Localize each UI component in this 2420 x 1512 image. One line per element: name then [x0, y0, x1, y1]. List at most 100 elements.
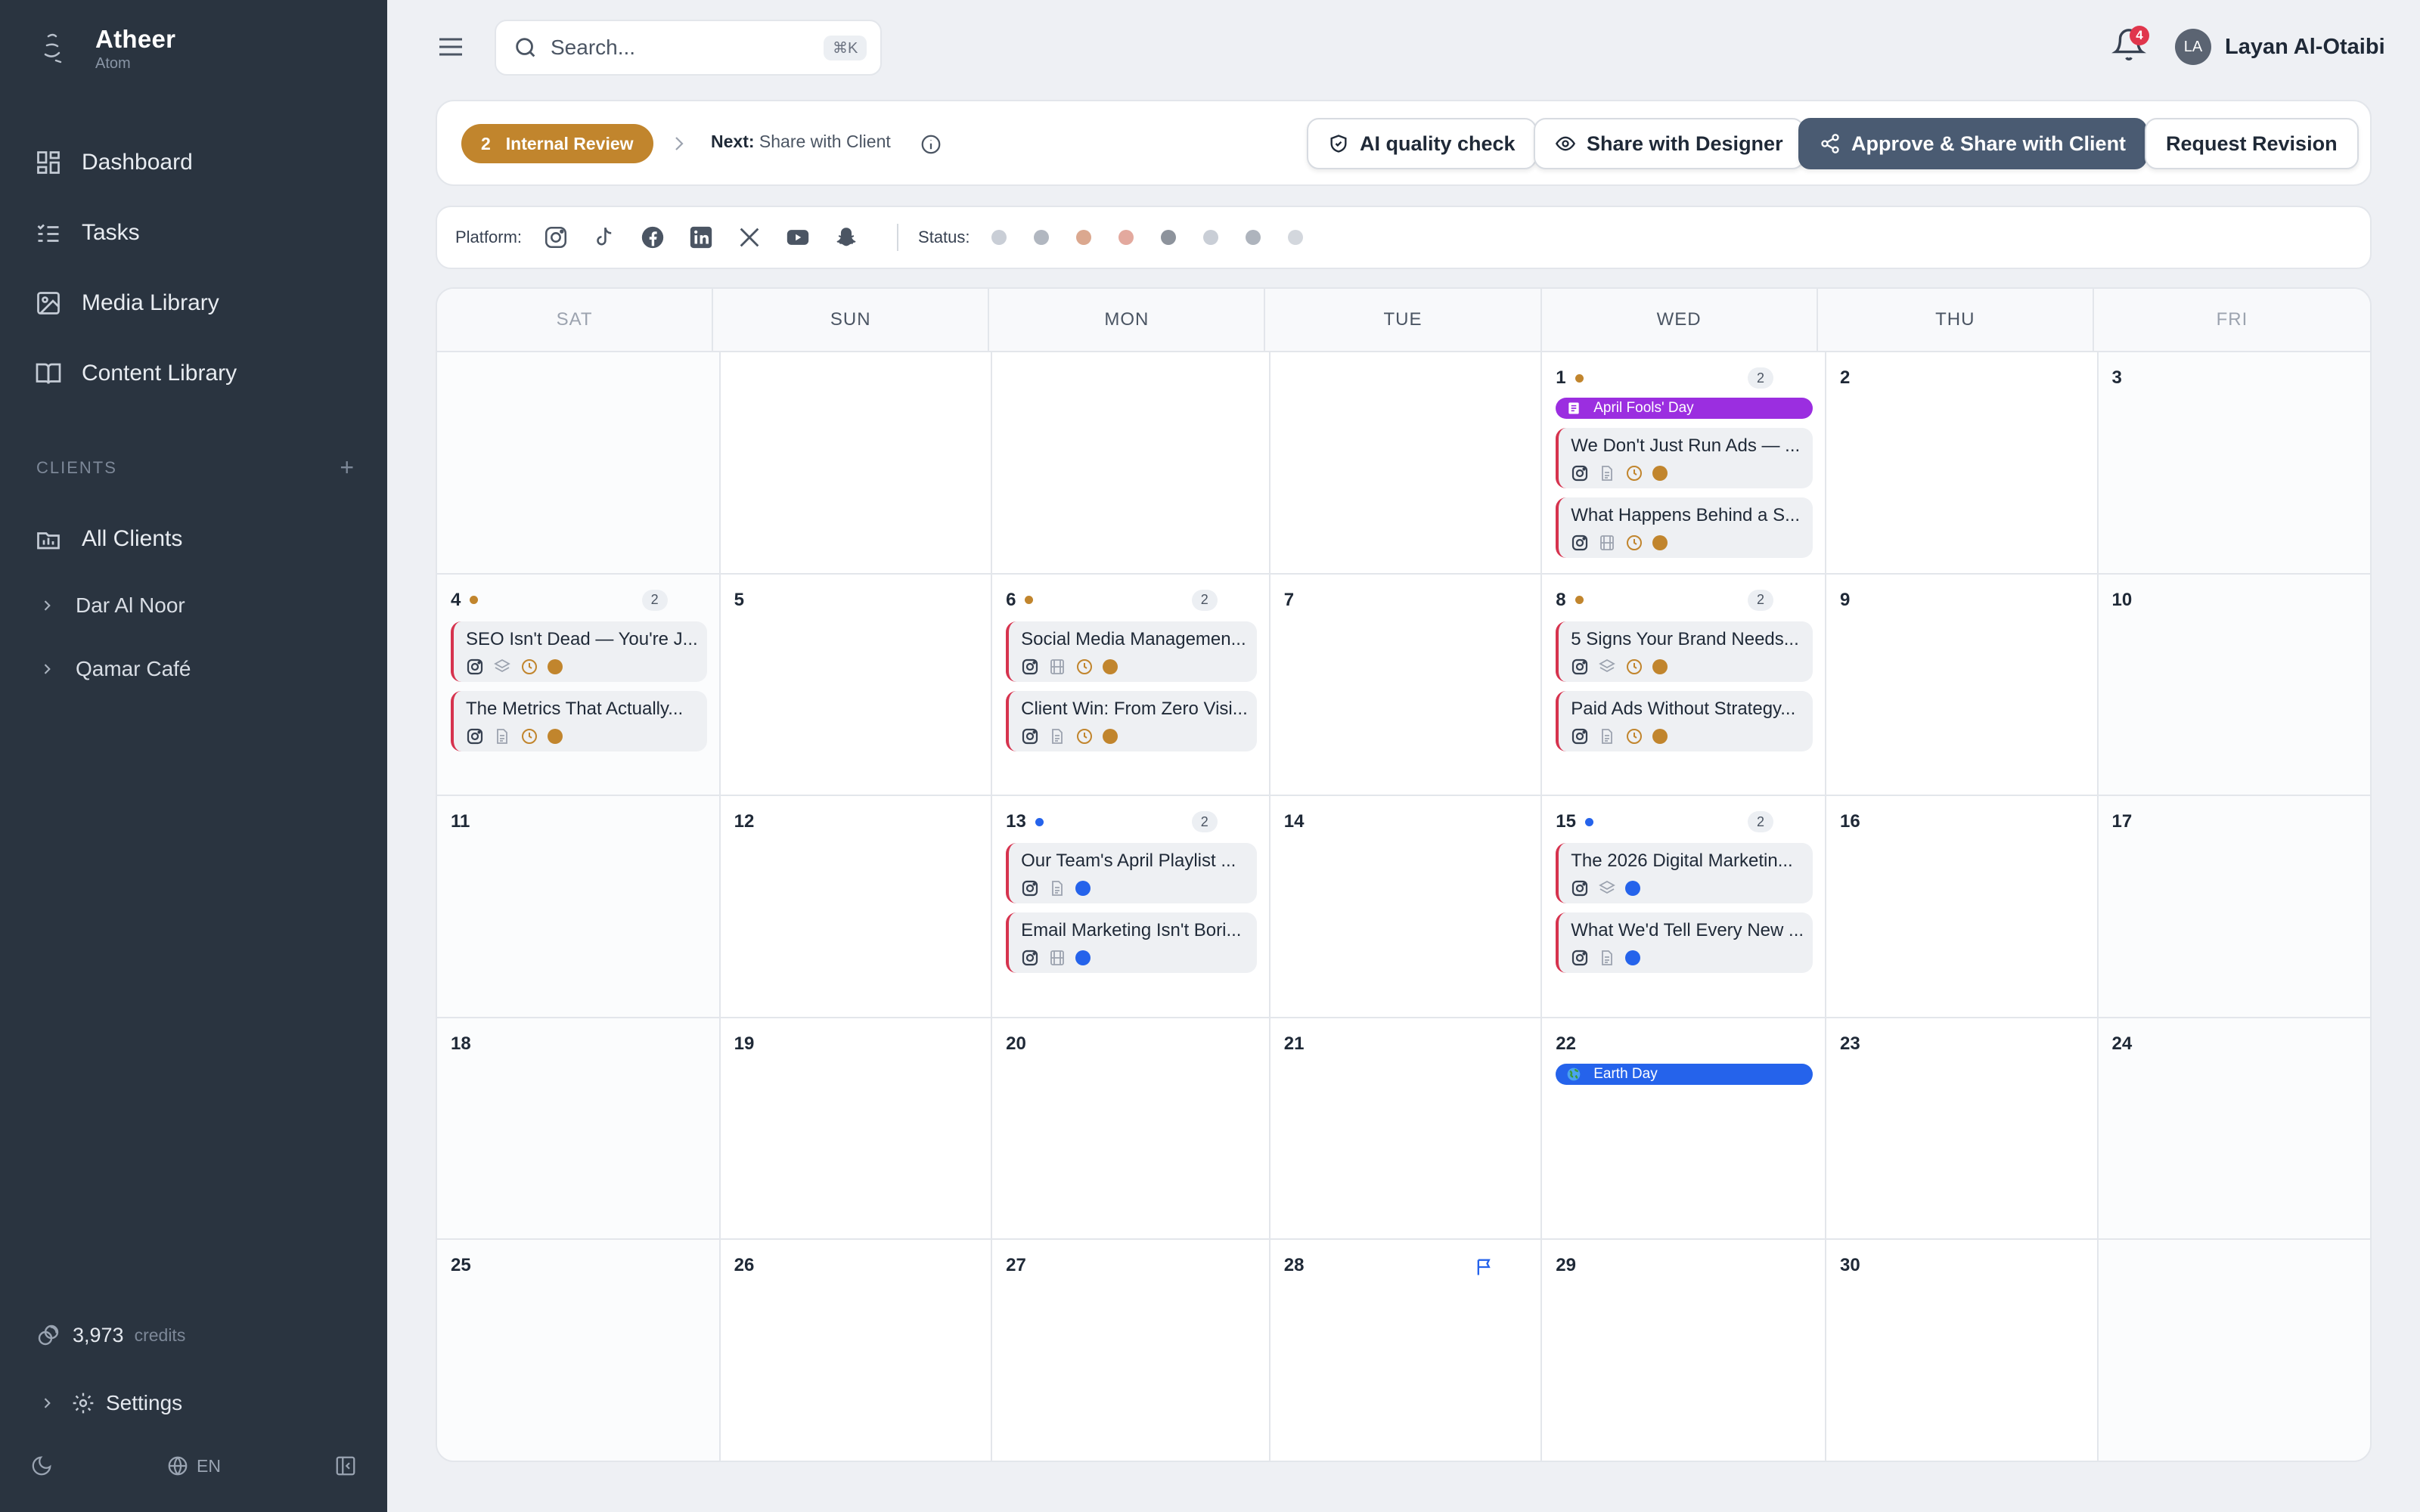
calendar-day-cell[interactable] [2098, 1240, 2370, 1461]
calendar-day-cell[interactable]: 20 [992, 1018, 1270, 1241]
calendar-day-cell[interactable]: 6 2 Social Media Managemen... Client Win: F… [992, 574, 1270, 797]
calendar-day-cell[interactable]: 26 [721, 1240, 993, 1461]
calendar-day-cell[interactable]: 27 [992, 1240, 1270, 1461]
settings-item[interactable]: Settings [39, 1391, 182, 1415]
post-status-dot [1652, 466, 1668, 481]
info-icon[interactable] [920, 133, 942, 156]
credits-indicator[interactable]: 3,973 credits [36, 1323, 185, 1347]
post-card[interactable]: Paid Ads Without Strategy... [1556, 690, 1813, 751]
film-icon [1598, 534, 1616, 552]
calendar-day-cell[interactable] [437, 352, 721, 575]
post-status-dot [1652, 658, 1668, 674]
client-item-dar-al-noor[interactable]: Dar Al Noor [0, 574, 387, 637]
status-filter-dot[interactable] [1075, 230, 1091, 245]
approve-share-client-button[interactable]: Approve & Share with Client [1798, 118, 2148, 169]
holiday-event[interactable]: Earth Day [1556, 1063, 1813, 1085]
client-item-qamar-cafe[interactable]: Qamar Café [0, 637, 387, 701]
calendar-day-cell[interactable]: 17 [2098, 796, 2370, 1018]
layers-icon [493, 658, 511, 676]
calendar-day-cell[interactable]: 15 2 The 2026 Digital Marketin... What We'd… [1542, 796, 1827, 1018]
calendar-day-cell[interactable]: 21 [1270, 1018, 1543, 1241]
request-revision-button[interactable]: Request Revision [2145, 118, 2359, 169]
calendar-day-cell[interactable]: 11 [437, 796, 721, 1018]
day-header: 8 [1556, 588, 1813, 612]
nav-item-dashboard[interactable]: Dashboard [0, 127, 387, 197]
facebook-icon[interactable] [640, 225, 666, 250]
instagram-icon[interactable] [543, 225, 569, 250]
x-icon[interactable] [737, 225, 762, 250]
status-filter-dot[interactable] [1245, 230, 1261, 245]
calendar-day-cell[interactable] [720, 352, 993, 575]
calendar-day-cell[interactable]: 9 [1826, 574, 2099, 797]
nav-item-tasks[interactable]: Tasks [0, 197, 387, 268]
calendar-day-cell[interactable]: 29 [1542, 1240, 1827, 1461]
post-card[interactable]: The 2026 Digital Marketin... [1556, 843, 1813, 904]
calendar-day-cell[interactable] [1270, 352, 1543, 575]
linkedin-icon[interactable] [688, 225, 714, 250]
ai-quality-check-button[interactable]: AI quality check [1307, 118, 1537, 169]
search-box[interactable]: ⌘K [495, 20, 882, 76]
calendar-day-cell[interactable]: 18 [437, 1018, 721, 1241]
calendar-day-cell[interactable]: 22 Earth Day [1542, 1018, 1827, 1241]
post-card[interactable]: Our Team's April Playlist ... [1006, 843, 1257, 904]
day-number: 23 [1840, 1033, 1860, 1054]
calendar-day-cell[interactable]: 28 [1270, 1240, 1543, 1461]
status-filter-dot[interactable] [1160, 230, 1176, 245]
calendar-day-cell[interactable] [992, 352, 1270, 575]
search-input[interactable] [551, 36, 824, 60]
calendar-day-cell[interactable]: 23 [1826, 1018, 2099, 1241]
calendar-day-cell[interactable]: 10 [2098, 574, 2370, 797]
calendar-day-cell[interactable]: 19 [720, 1018, 993, 1241]
calendar-day-cell[interactable]: 7 [1270, 574, 1543, 797]
user-menu[interactable]: LA Layan Al-Otaibi [2175, 29, 2385, 65]
post-card[interactable]: Email Marketing Isn't Bori... [1006, 912, 1257, 974]
post-card[interactable]: We Don't Just Run Ads — ... [1556, 428, 1813, 488]
nav-item-media-library[interactable]: Media Library [0, 268, 387, 338]
moon-icon[interactable] [30, 1455, 53, 1477]
calendar-day-cell[interactable]: 25 [437, 1240, 721, 1461]
status-filter-dot[interactable] [991, 230, 1007, 245]
calendar-day-cell[interactable]: 4 2 SEO Isn't Dead — You're J... The Metric… [437, 574, 721, 797]
button-label: AI quality check [1360, 132, 1516, 155]
share-with-designer-button[interactable]: Share with Designer [1534, 118, 1804, 169]
post-card[interactable]: What We'd Tell Every New ... [1556, 912, 1813, 974]
brand[interactable]: Atheer Atom [38, 25, 175, 72]
youtube-icon[interactable] [785, 225, 811, 250]
snapchat-icon[interactable] [833, 225, 859, 250]
calendar-day-cell[interactable]: 1 2 April Fools' Day We Don't Just Run Ads … [1542, 352, 1827, 575]
settings-label: Settings [106, 1391, 183, 1414]
status-filter-dot[interactable] [1118, 230, 1134, 245]
calendar-day-cell[interactable]: 3 [2098, 352, 2370, 575]
collapse-sidebar-icon[interactable] [334, 1455, 357, 1477]
post-status-dot [548, 658, 563, 674]
status-filter-dot[interactable] [1287, 230, 1303, 245]
calendar-day-cell[interactable]: 24 [2098, 1018, 2370, 1241]
status-filter-dot[interactable] [1033, 230, 1049, 245]
flag-icon[interactable] [1474, 1256, 1495, 1278]
calendar-day-cell[interactable]: 16 [1826, 796, 2099, 1018]
holiday-event[interactable]: April Fools' Day [1556, 398, 1813, 419]
clients-heading: CLIENTS [36, 457, 117, 477]
language-switcher[interactable]: EN [166, 1455, 221, 1477]
post-card[interactable]: 5 Signs Your Brand Needs... [1556, 621, 1813, 682]
tiktok-icon[interactable] [591, 225, 617, 250]
calendar-day-cell[interactable]: 8 2 5 Signs Your Brand Needs... Paid Ads Wi… [1542, 574, 1827, 797]
calendar-day-cell[interactable]: 30 [1826, 1240, 2099, 1461]
calendar-day-cell[interactable]: 14 [1270, 796, 1543, 1018]
calendar-day-cell[interactable]: 12 [720, 796, 993, 1018]
post-count-badge: 2 [641, 589, 668, 611]
post-card[interactable]: The Metrics That Actually... [451, 690, 707, 751]
post-card[interactable]: What Happens Behind a S... [1556, 497, 1813, 558]
menu-icon[interactable] [436, 32, 466, 62]
add-client-button[interactable]: + [340, 454, 354, 482]
nav-item-all-clients[interactable]: All Clients [0, 503, 387, 574]
calendar-day-cell[interactable]: 5 [720, 574, 993, 797]
calendar-day-cell[interactable]: 2 [1826, 352, 2099, 575]
post-card[interactable]: Social Media Managemen... [1006, 621, 1257, 682]
clock-icon [520, 658, 538, 676]
post-card[interactable]: Client Win: From Zero Visi... [1006, 690, 1257, 751]
nav-item-content-library[interactable]: Content Library [0, 338, 387, 408]
status-filter-dot[interactable] [1202, 230, 1218, 245]
post-card[interactable]: SEO Isn't Dead — You're J... [451, 621, 707, 682]
calendar-day-cell[interactable]: 13 2 Our Team's April Playlist ... Email Ma… [992, 796, 1270, 1018]
